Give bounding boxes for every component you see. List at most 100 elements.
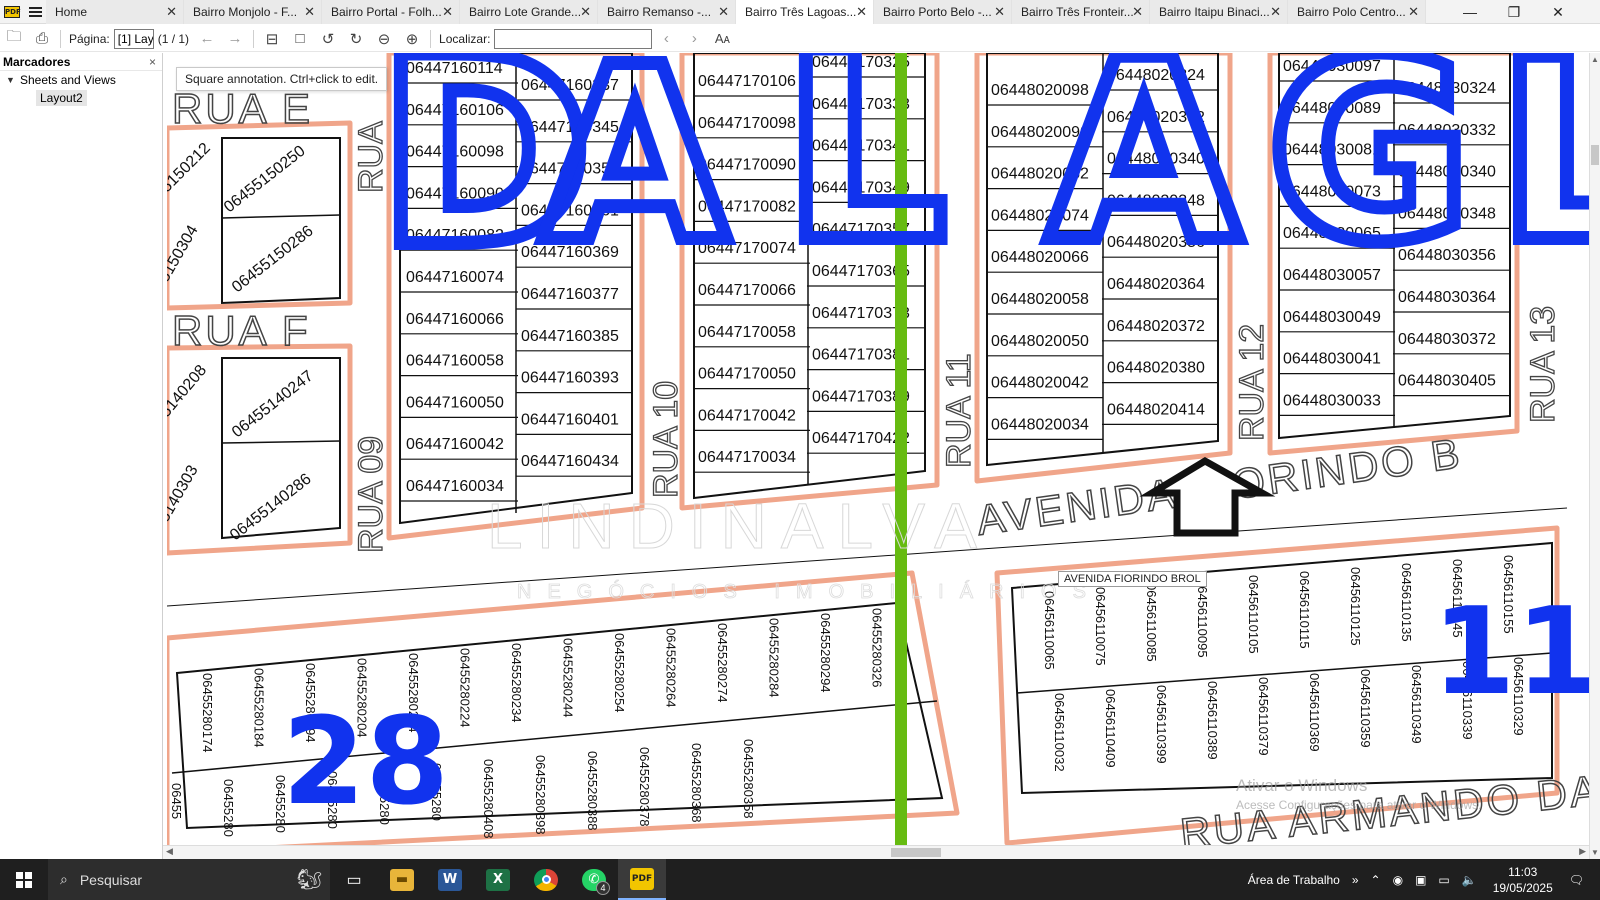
scroll-down-icon[interactable]: ▼ [1591, 848, 1599, 857]
horizontal-scroll-thumb[interactable] [891, 848, 941, 857]
tab-4[interactable]: Bairro Remanso -... ✕ [598, 0, 736, 24]
rotate-right-icon[interactable]: ↻ [342, 27, 370, 51]
find-next-icon[interactable]: › [680, 27, 708, 51]
document-viewport[interactable]: 06447160114 06447160106 06447160098 0644716… [167, 53, 1589, 845]
restore-icon[interactable]: ❐ [1492, 0, 1536, 24]
webcam-icon[interactable]: ◉ [1387, 873, 1409, 887]
lot-label: 06456110369 [1307, 673, 1322, 752]
match-case-icon[interactable]: Aᴀ [708, 27, 736, 51]
find-input[interactable] [494, 28, 653, 49]
volume-icon[interactable]: 🔈 [1456, 873, 1483, 887]
tab-2[interactable]: Bairro Portal - Folh... ✕ [322, 0, 460, 24]
lot-label: 06455280368 [689, 743, 704, 823]
page-label: Página: [69, 31, 110, 46]
tab-close-icon[interactable]: ✕ [718, 4, 729, 20]
file-explorer-button[interactable]: ▬ [378, 859, 426, 900]
double-chevron-icon[interactable]: » [1346, 873, 1365, 887]
tree-item-sheets[interactable]: ▼ Sheets and Views [0, 71, 162, 89]
tab-close-icon[interactable]: ✕ [166, 4, 177, 20]
tab-close-icon[interactable]: ✕ [1270, 4, 1281, 20]
lot-label: 06456110115 [1297, 571, 1312, 649]
tree-item-layout2[interactable]: Layout2 [0, 89, 162, 107]
excel-button[interactable]: X [474, 859, 522, 900]
tab-label: Bairro Lote Grande... [469, 5, 581, 19]
notifications-icon[interactable]: 🗨 [1563, 873, 1600, 887]
lot-divider [221, 214, 341, 219]
street-label-annotation[interactable]: AVENIDA FIORINDO BROL [1058, 571, 1207, 587]
minimize-icon[interactable]: — [1448, 0, 1492, 24]
desktop-toolbar-label[interactable]: Área de Trabalho [1242, 873, 1346, 887]
tab-close-icon[interactable]: ✕ [442, 4, 453, 20]
chevron-up-icon[interactable]: ⌃ [1365, 873, 1387, 887]
tab-1[interactable]: Bairro Monjolo - F... ✕ [184, 0, 322, 24]
app-logo-icon: PDF [4, 6, 21, 18]
lot-label: 5150304 [167, 222, 202, 285]
open-folder-icon[interactable]: 🗀 [0, 27, 28, 51]
panel-close-icon[interactable]: × [149, 55, 156, 69]
vertical-scrollbar[interactable]: ▲ ▼ [1589, 53, 1600, 859]
back-arrow-icon[interactable]: ← [193, 27, 221, 51]
tab-8[interactable]: Bairro Itaipu Binaci... ✕ [1150, 0, 1288, 24]
find-previous-icon[interactable]: ‹ [652, 27, 680, 51]
toolbar-separator [430, 29, 432, 48]
screen-capture-icon[interactable]: ▣ [1409, 873, 1432, 887]
hamburger-menu-icon[interactable] [24, 0, 46, 23]
zoom-out-icon[interactable]: ⊖ [370, 27, 398, 51]
scroll-left-icon[interactable]: ◀ [166, 846, 173, 857]
clock[interactable]: 11:03 19/05/2025 [1483, 864, 1563, 896]
lot-label: 06447160434 [521, 453, 619, 470]
fit-page-icon[interactable]: ⊟ [258, 27, 286, 51]
page-count: (1 / 1) [157, 31, 190, 46]
lot-label: 06447160050 [406, 394, 504, 411]
zoom-in-icon[interactable]: ⊕ [398, 27, 426, 51]
lot-label: 06447160393 [521, 370, 619, 387]
lot-label: 06447170058 [698, 324, 796, 341]
lot-label: 5140303 [167, 462, 202, 525]
tab-3[interactable]: Bairro Lote Grande... ✕ [460, 0, 598, 24]
tab-close-icon[interactable]: ✕ [1132, 4, 1143, 20]
watermark-line1: Ativar o Windows [1236, 776, 1368, 795]
forward-arrow-icon[interactable]: → [221, 27, 249, 51]
collapse-icon[interactable]: ▼ [6, 75, 20, 85]
task-view-button[interactable]: ▭ [330, 859, 378, 900]
scroll-right-icon[interactable]: ▶ [1579, 846, 1586, 857]
whatsapp-button[interactable]: ✆ 4 [570, 859, 618, 900]
lot-label: 06448020034 [991, 416, 1089, 433]
tab-close-icon[interactable]: ✕ [580, 4, 591, 20]
scroll-up-icon[interactable]: ▲ [1591, 55, 1599, 64]
street-name: RUA 13 [1524, 306, 1562, 423]
tab-close-icon[interactable]: ✕ [994, 4, 1005, 20]
square-annotation-icon[interactable]: □ [286, 27, 314, 51]
word-button[interactable]: W [426, 859, 474, 900]
lot-label: 06456110379 [1256, 677, 1271, 756]
street-name: RUA 12 [1233, 324, 1271, 441]
page-input[interactable] [113, 28, 154, 49]
lot-label: 06455280174 [200, 673, 215, 753]
tab-label: Bairro Porto Belo -... [883, 5, 992, 19]
chrome-button[interactable] [522, 859, 570, 900]
lot-label: 06455280388 [585, 751, 600, 831]
tab-9[interactable]: Bairro Polo Centro... ✕ [1288, 0, 1426, 24]
tab-close-icon[interactable]: ✕ [1408, 4, 1419, 20]
pdf-viewer-button[interactable]: PDF [618, 859, 666, 900]
tab-0[interactable]: Home ✕ [46, 0, 184, 24]
tree-item-label: Layout2 [36, 90, 87, 106]
lot-label: 06456110135 [1399, 563, 1414, 642]
taskbar-search[interactable]: ⌕ Pesquisar 🐿 [48, 859, 330, 900]
tab-6[interactable]: Bairro Porto Belo -... ✕ [874, 0, 1012, 24]
vertical-scroll-thumb[interactable] [1591, 145, 1599, 165]
tab-close-icon[interactable]: ✕ [304, 4, 315, 20]
horizontal-scrollbar[interactable]: ◀ ▶ [163, 845, 1589, 859]
tab-5[interactable]: Bairro Três Lagoas... ✕ [736, 0, 874, 24]
print-icon[interactable]: ⎙ [28, 27, 56, 51]
network-icon[interactable]: ▭ [1432, 873, 1455, 887]
tab-close-icon[interactable]: ✕ [856, 4, 867, 20]
rotate-left-icon[interactable]: ↺ [314, 27, 342, 51]
lot-label: 06448030041 [1283, 351, 1381, 368]
street-name: RUA E [172, 85, 313, 132]
street-name: RUA F [172, 307, 311, 354]
start-button[interactable] [0, 859, 48, 900]
close-window-icon[interactable]: ✕ [1536, 0, 1580, 24]
tab-7[interactable]: Bairro Três Fronteir... ✕ [1012, 0, 1150, 24]
lot-divider [221, 440, 341, 444]
